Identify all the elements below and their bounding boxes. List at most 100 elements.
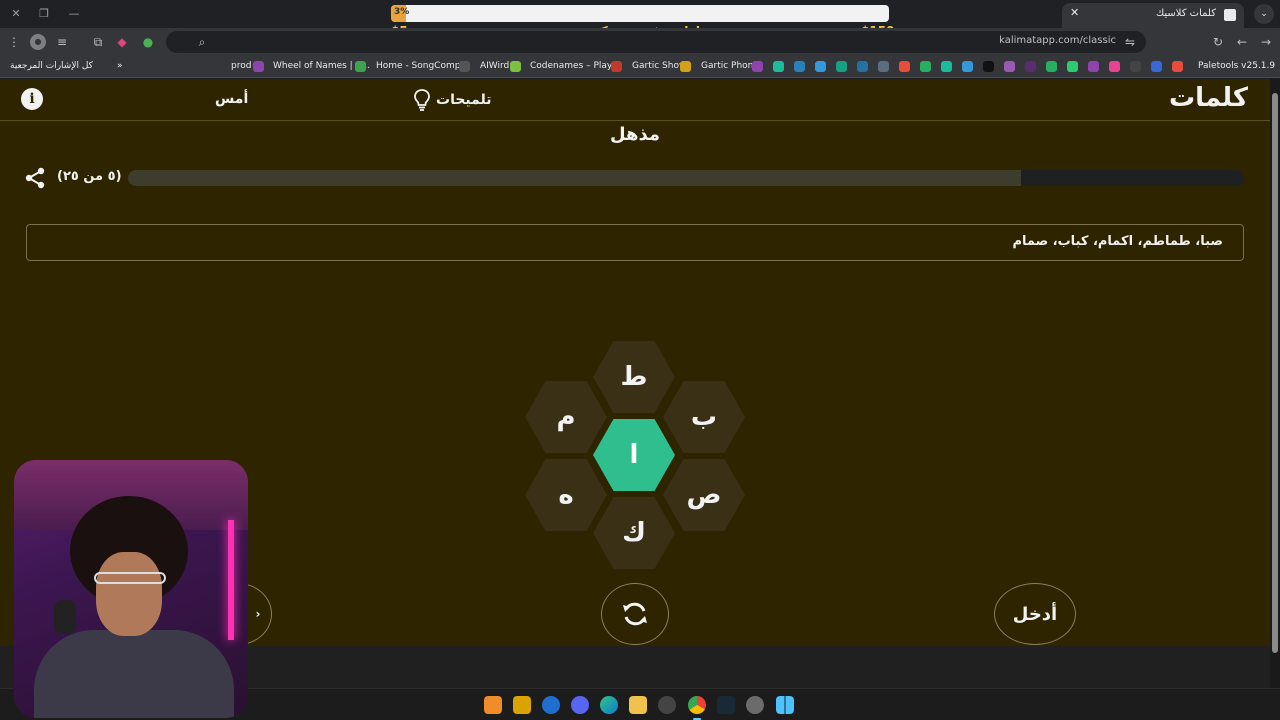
lightbulb-icon [414, 89, 430, 111]
bookmark-favicon-icon[interactable] [878, 61, 889, 72]
file-explorer-icon[interactable] [629, 696, 647, 714]
bookmark-favicon-icon[interactable] [1067, 61, 1078, 72]
obs-icon[interactable] [658, 696, 676, 714]
backspace-icon: › [255, 607, 261, 621]
bookmark-favicon-icon[interactable] [1109, 61, 1120, 72]
microphone-icon [54, 600, 76, 634]
enter-button[interactable]: أدخل [994, 583, 1076, 645]
webcam-led-light [228, 520, 234, 640]
found-words-list: صبا، طماطم، اكمام، كباب، صمام [1012, 234, 1223, 249]
bookmarks-bar: كل الإشارات المرجعية » prod Wheel of Nam… [0, 56, 1280, 78]
edge-icon[interactable] [600, 696, 618, 714]
bookmark-codenames[interactable]: Codenames – Play... [530, 61, 620, 71]
profile-avatar[interactable]: ● [30, 34, 46, 50]
bookmark-gartic-phone[interactable]: Gartic Phone [701, 61, 759, 71]
tab-close-icon[interactable]: ✕ [1070, 6, 1079, 19]
media-player-icon[interactable] [542, 696, 560, 714]
app-header: i أمس تلميحات كلمات [0, 79, 1270, 121]
bookmark-prod[interactable]: prod [231, 61, 251, 71]
steam-icon[interactable] [717, 696, 735, 714]
bookmark-paletools[interactable]: Paletools v25.1.9 [1198, 61, 1275, 71]
streamer-webcam [14, 460, 248, 718]
donation-goal-bar: 3% [391, 5, 889, 22]
bookmark-favicon-icon[interactable] [857, 61, 868, 72]
bookmark-favicon-icon[interactable] [899, 61, 910, 72]
extension-badge-icon[interactable]: ● [140, 34, 156, 50]
app-launcher-icon[interactable] [484, 696, 502, 714]
donation-goal-percent: 3% [394, 7, 410, 17]
tab-search-icon[interactable]: ⌄ [1254, 4, 1274, 24]
bookmark-favicon-icon[interactable] [1088, 61, 1099, 72]
bookmark-favicon-icon[interactable] [1004, 61, 1015, 72]
webcam-glasses [94, 572, 166, 584]
shuffle-icon [623, 602, 647, 626]
tab-title: كلمات كلاسيك [1155, 8, 1216, 19]
bookmark-favicon-icon[interactable] [1046, 61, 1057, 72]
bookmark-songcomp[interactable]: Home - SongComp... [376, 61, 469, 71]
settings-icon[interactable] [746, 696, 764, 714]
scrollbar-thumb[interactable] [1272, 93, 1278, 653]
start-icon[interactable] [776, 696, 794, 714]
share-icon[interactable] [24, 167, 46, 189]
letter-hex-top[interactable]: ط [593, 341, 675, 413]
bookmark-favicon-icon[interactable] [815, 61, 826, 72]
back-icon[interactable]: → [1258, 34, 1274, 50]
ublock-extension-icon[interactable]: ◆ [114, 34, 130, 50]
bookmark-favicon-icon[interactable] [983, 61, 994, 72]
bookmark-aiwird[interactable]: AIWird [480, 61, 509, 71]
bookmark-favicon-icon [752, 61, 763, 72]
chrome-icon[interactable] [688, 696, 706, 714]
bookmark-favicon-icon[interactable] [920, 61, 931, 72]
letter-hex-top-left[interactable]: م [525, 381, 607, 453]
window-restore-icon[interactable]: ❐ [34, 6, 54, 22]
window-close-icon[interactable]: ✕ [6, 6, 26, 22]
reading-list-icon[interactable]: ≡ [54, 34, 70, 50]
app-logo[interactable]: كلمات [1169, 83, 1248, 113]
score-progress-bar [128, 170, 1244, 186]
browser-toolbar: ⋮ ● ≡ ⧉ ◆ ● ☆ ⌕ kalimatapp.com/classic ⇋… [0, 28, 1280, 56]
browser-tab[interactable]: ✕ كلمات كلاسيك [1062, 3, 1244, 28]
bookmark-favicon-icon[interactable] [836, 61, 847, 72]
bookmark-favicon-icon[interactable] [794, 61, 805, 72]
reload-icon[interactable]: ↻ [1210, 34, 1226, 50]
hints-label: تلميحات [436, 92, 492, 108]
letter-hex-bottom-left[interactable]: ه [525, 459, 607, 531]
webcam-person-face [96, 552, 162, 636]
address-url: kalimatapp.com/classic [999, 35, 1116, 46]
letter-hex-top-right[interactable]: ب [663, 381, 745, 453]
window-minimize-icon[interactable]: — [64, 6, 84, 22]
browser-menu-icon[interactable]: ⋮ [6, 34, 22, 50]
youtube-bookmark-icon[interactable] [1172, 61, 1183, 72]
bookmark-favicon-icon[interactable] [962, 61, 973, 72]
score-progress-remaining [1020, 170, 1244, 186]
bookmark-favicon-icon[interactable] [941, 61, 952, 72]
bookmark-favicon-icon [459, 61, 470, 72]
all-bookmarks-link[interactable]: كل الإشارات المرجعية [10, 61, 93, 71]
extensions-icon[interactable]: ⧉ [90, 34, 106, 50]
bookmark-favicon-icon [253, 61, 264, 72]
bookmark-favicon-icon[interactable] [1025, 61, 1036, 72]
hints-button[interactable]: تلميحات [414, 89, 492, 111]
address-bar[interactable]: ⌕ kalimatapp.com/classic ⇋ [166, 31, 1146, 53]
x-bookmark-icon[interactable] [1130, 61, 1141, 72]
bookmark-gartic-show[interactable]: Gartic Show [632, 61, 686, 71]
letter-hex-center[interactable]: ا [593, 419, 675, 491]
found-words-panel[interactable]: صبا، طماطم، اكمام، كباب، صمام [26, 224, 1244, 261]
forward-icon[interactable]: ← [1234, 34, 1250, 50]
yesterday-link[interactable]: أمس [215, 91, 248, 107]
letter-hex-bottom[interactable]: ك [593, 497, 675, 569]
page-scrollbar[interactable] [1270, 79, 1280, 688]
rockstar-icon[interactable] [513, 696, 531, 714]
info-icon[interactable]: i [21, 88, 43, 110]
zoom-icon[interactable]: ⌕ [194, 34, 210, 50]
bookmark-favicon-icon[interactable] [773, 61, 784, 72]
bookmarks-overflow-icon[interactable]: » [117, 61, 123, 71]
discord-icon[interactable] [571, 696, 589, 714]
bookmark-favicon-icon[interactable] [1151, 61, 1162, 72]
site-settings-icon[interactable]: ⇋ [1122, 34, 1138, 50]
webcam-person-body [34, 630, 234, 718]
tab-favicon-icon [1224, 9, 1236, 21]
bookmark-favicon-icon [680, 61, 691, 72]
shuffle-button[interactable] [601, 583, 669, 645]
letter-hex-bottom-right[interactable]: ص [663, 459, 745, 531]
